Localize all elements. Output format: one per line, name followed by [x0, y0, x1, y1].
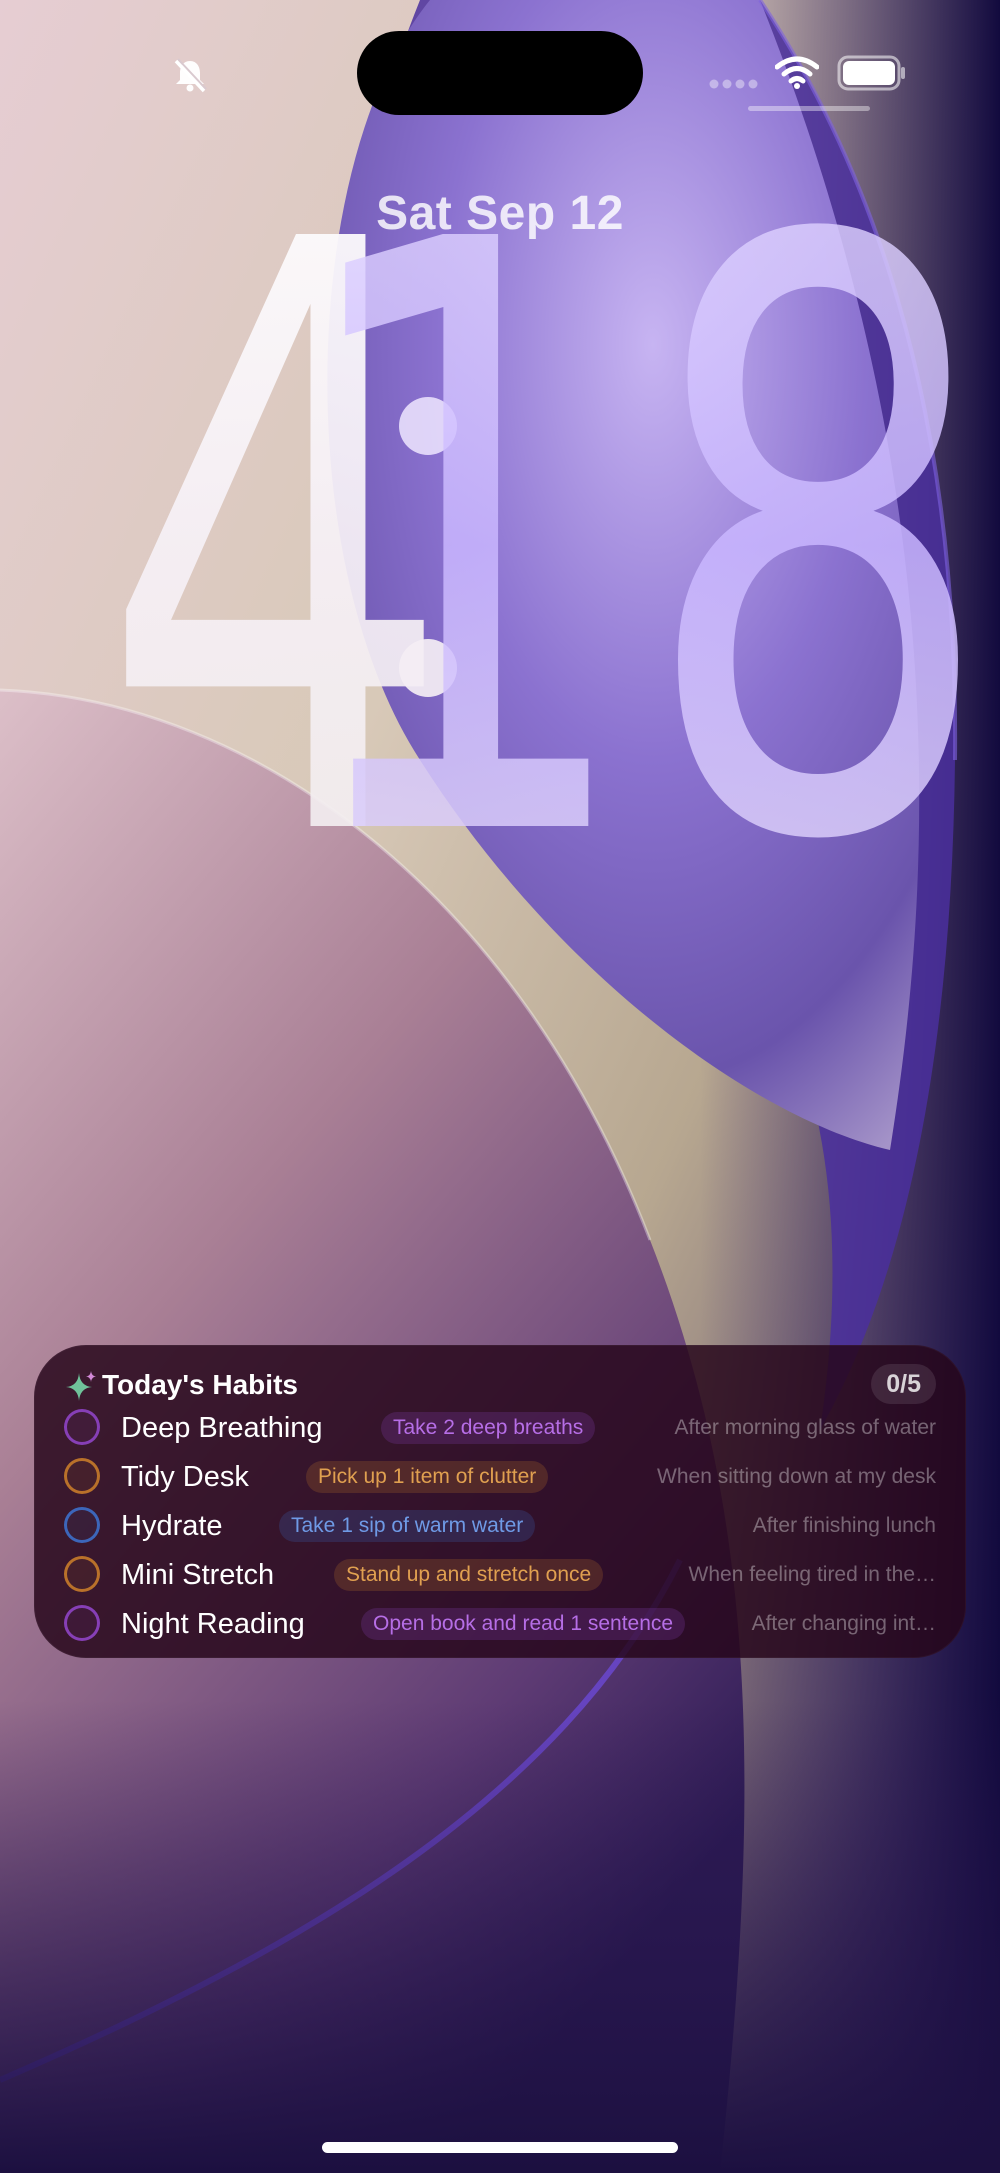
habit-action-pill: Take 2 deep breaths [381, 1412, 596, 1444]
lock-screen-clock: 4 18 [99, 74, 997, 900]
habit-row-deep-breathing[interactable]: Deep Breathing Take 2 deep breaths After… [64, 1405, 936, 1453]
habit-action-pill: Stand up and stretch once [334, 1559, 604, 1591]
habit-name: Hydrate [121, 1510, 223, 1542]
habit-checkbox[interactable] [64, 1409, 100, 1445]
habit-row-night-reading[interactable]: Night Reading Open book and read 1 sente… [64, 1601, 936, 1649]
habit-cue: When sitting down at my desk [657, 1465, 936, 1488]
habit-checkbox[interactable] [64, 1605, 100, 1641]
progress-badge: 0/5 [871, 1364, 936, 1404]
habit-name: Mini Stretch [121, 1559, 275, 1591]
habit-checkbox[interactable] [64, 1458, 100, 1494]
clock-minutes: 18 [284, 74, 997, 900]
sparkles-icon [66, 1371, 96, 1401]
habit-row-mini-stretch[interactable]: Mini Stretch Stand up and stretch once W… [64, 1552, 936, 1600]
habit-checkbox[interactable] [64, 1556, 100, 1592]
habit-name: Deep Breathing [121, 1412, 323, 1444]
widget-header: Today's Habits 0/5 [64, 1363, 936, 1407]
habit-row-tidy-desk[interactable]: Tidy Desk Pick up 1 item of clutter When… [64, 1454, 936, 1502]
habit-cue: After finishing lunch [752, 1514, 936, 1537]
habit-cue: After morning glass of water [674, 1416, 936, 1439]
habit-row-hydrate[interactable]: Hydrate Take 1 sip of warm water After f… [64, 1503, 936, 1551]
habit-cue: After changing int… [751, 1612, 936, 1635]
habit-cue: When feeling tired in the… [688, 1563, 936, 1586]
widget-title: Today's Habits [102, 1369, 298, 1400]
home-indicator[interactable] [322, 2142, 678, 2153]
habit-name: Tidy Desk [121, 1461, 249, 1493]
habit-action-pill: Open book and read 1 sentence [361, 1608, 686, 1640]
habit-checkbox[interactable] [64, 1507, 100, 1543]
habits-widget[interactable]: Today's Habits 0/5 Deep Breathing Take 2… [34, 1345, 966, 1658]
habit-name: Night Reading [121, 1608, 305, 1640]
habit-action-pill: Pick up 1 item of clutter [306, 1461, 549, 1493]
habit-action-pill: Take 1 sip of warm water [279, 1510, 536, 1542]
